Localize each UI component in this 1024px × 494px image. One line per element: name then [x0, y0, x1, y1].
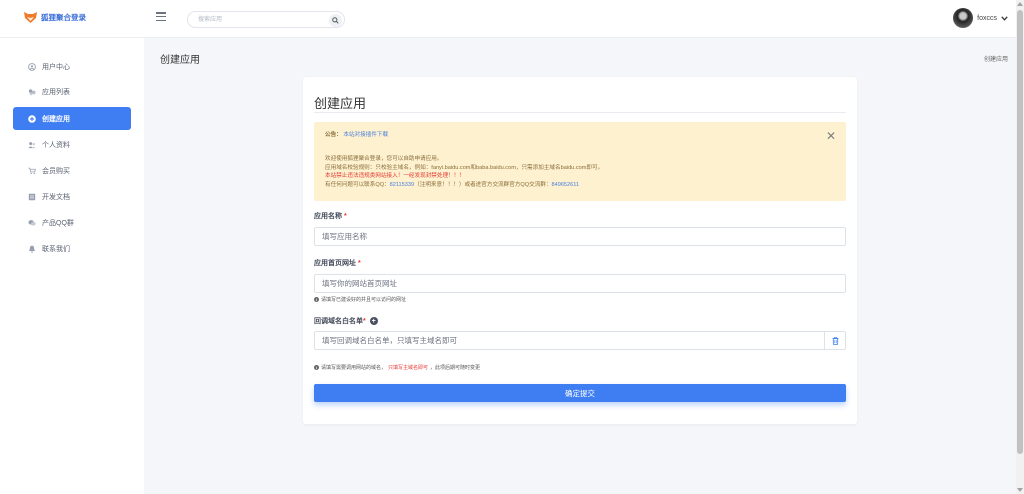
bell-icon: [28, 245, 36, 253]
sidebar: 用户中心 应用列表 创建应用 个人资料 会员购买 开发文档 产品QQ群 联系我们: [0, 38, 144, 494]
required-mark: *: [357, 260, 361, 267]
notice-domain-rule: 应用域名校验规则：只校验主域名，例如：fanyi.baidu.com和baba.…: [325, 164, 604, 171]
notice-header: 公告： 本站对接插件下载: [325, 131, 388, 140]
plus-circle-icon: [28, 114, 36, 123]
create-app-card: 创建应用 公告： 本站对接插件下载 ✕ 欢迎使用狐狸聚合登录，您可以自助申请应用…: [303, 77, 857, 424]
scroll-thumb[interactable]: [1017, 10, 1023, 454]
sidebar-item-label: 联系我们: [42, 245, 70, 253]
avatar: [953, 8, 974, 28]
sidebar-item-membership[interactable]: 会员购买: [13, 159, 131, 182]
contact-group[interactable]: 849652611: [551, 182, 579, 188]
search-icon: [332, 16, 339, 24]
help-text: 请填写需要调用网站的域名，: [321, 365, 387, 371]
sidebar-item-label: 开发文档: [42, 193, 70, 201]
sidebar-item-label: 个人资料: [42, 141, 70, 149]
sidebar-item-label: 产品QQ群: [42, 219, 74, 227]
submit-button[interactable]: 确定提交: [314, 384, 846, 402]
notice-body: 欢迎使用狐狸聚合登录，您可以自助申请应用。 应用域名校验规则：只校验主域名，例如…: [325, 155, 835, 189]
sidebar-item-label: 创建应用: [42, 115, 70, 123]
sidebar-item-user-center[interactable]: 用户中心: [13, 55, 131, 78]
help-text: 请填写已建设好的并且可以访问的网址: [321, 297, 407, 303]
sidebar-item-contact[interactable]: 联系我们: [13, 237, 131, 260]
help-text-suffix: ，此项后期可随时变更: [430, 365, 481, 371]
field-label-text: 应用首页网址: [314, 260, 356, 267]
notice-alert: 公告： 本站对接插件下载 ✕ 欢迎使用狐狸聚合登录，您可以自助申请应用。 应用域…: [314, 122, 846, 201]
app-name-label: 应用名称 *: [314, 211, 347, 221]
user-circle-icon: [28, 62, 36, 71]
card-title: 创建应用: [314, 96, 367, 111]
sidebar-item-dev-docs[interactable]: 开发文档: [13, 185, 131, 208]
trash-icon: [832, 336, 838, 345]
notice-warning: 本站禁止违法违规类网站接入！一经发现封禁处理！！！: [325, 173, 465, 179]
callback-help: i 请填写需要调用网站的域名， 只填写主域名即可 ，此项后期可随时变更: [314, 364, 480, 371]
field-label-text: 应用名称: [314, 213, 342, 220]
info-icon: i: [314, 296, 319, 302]
app-url-label: 应用首页网址 *: [314, 258, 361, 268]
sidebar-item-label: 应用列表: [42, 88, 70, 96]
profile-icon: [28, 141, 36, 149]
page-title: 创建应用: [160, 55, 200, 66]
close-icon[interactable]: ✕: [826, 130, 836, 142]
search-button[interactable]: [329, 13, 342, 27]
sidebar-item-qq-group[interactable]: 产品QQ群: [13, 211, 131, 234]
scrollbar[interactable]: [1016, 0, 1024, 494]
scroll-down-icon[interactable]: [1017, 488, 1023, 492]
sidebar-item-app-list[interactable]: 应用列表: [13, 80, 131, 103]
search-box: [187, 11, 345, 28]
breadcrumb[interactable]: 创建应用: [984, 54, 1008, 63]
add-callback-icon[interactable]: +: [369, 317, 378, 326]
fox-logo-icon: [24, 12, 37, 23]
notice-label: 公告：: [325, 132, 342, 138]
cart-icon: [28, 167, 36, 175]
sidebar-item-create-app[interactable]: 创建应用: [13, 107, 131, 130]
app-name-input[interactable]: [314, 227, 846, 246]
notice-welcome: 欢迎使用狐狸聚合登录，您可以自助申请应用。: [325, 156, 443, 162]
contact-qq[interactable]: 82115339: [390, 182, 414, 188]
app-url-help: i 请填写已建设好的并且可以访问的网址: [314, 296, 406, 303]
contact-middle: （注明来意！！！）或者进官方交流群官方QQ交流群：: [414, 181, 552, 188]
brand-logo[interactable]: 狐狸聚合登录: [24, 12, 86, 23]
callback-label: 回调域名白名单* +: [314, 316, 378, 326]
field-label-text: 回调域名白名单: [314, 318, 363, 325]
contact-prefix: 有任何问题可以联系QQ：: [325, 181, 390, 188]
sidebar-item-label: 会员购买: [42, 167, 70, 175]
notice-contact: 有任何问题可以联系QQ：82115339（注明来意！！！）或者进官方交流群官方Q…: [325, 181, 835, 190]
required-mark: *: [363, 318, 366, 325]
plugin-download-link[interactable]: 本站对接插件下载: [343, 132, 388, 138]
sidebar-item-profile[interactable]: 个人资料: [13, 133, 131, 156]
user-menu[interactable]: foxccs: [953, 8, 1008, 28]
divider: [314, 112, 846, 113]
required-mark: *: [343, 213, 347, 220]
help-text-highlight: 只填写主域名即可: [388, 365, 429, 371]
chevron-down-icon: [1001, 15, 1008, 21]
search-input[interactable]: [198, 14, 318, 25]
info-icon: i: [314, 364, 319, 370]
document-icon: [28, 193, 36, 201]
brand-name: 狐狸聚合登录: [41, 13, 86, 22]
apps-icon: [28, 88, 36, 96]
hamburger-icon[interactable]: [156, 12, 166, 21]
username: foxccs: [977, 14, 997, 22]
delete-callback-button[interactable]: [825, 331, 846, 350]
callback-input[interactable]: [314, 331, 825, 350]
scroll-up-icon[interactable]: [1017, 2, 1023, 6]
sidebar-item-label: 用户中心: [42, 63, 70, 71]
top-bar: 狐狸聚合登录 foxccs: [0, 0, 1016, 38]
app-url-input[interactable]: [314, 274, 846, 293]
chat-group-icon: [28, 219, 36, 227]
